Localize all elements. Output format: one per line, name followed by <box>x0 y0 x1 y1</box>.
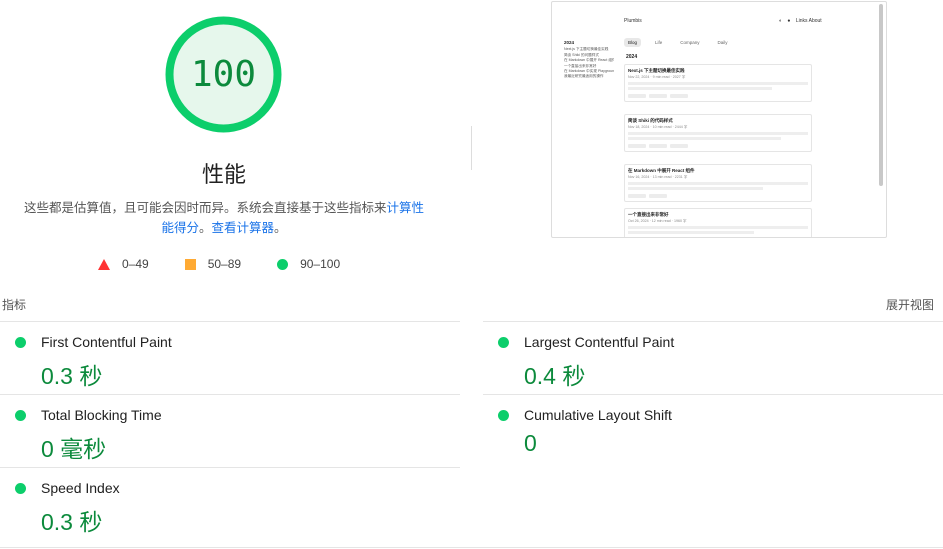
legend-average-range: 50–89 <box>207 257 242 271</box>
score-description: 这些都是估算值，且可能会因时而异。系统会直接基于这些指标来计算性能得分。查看计算… <box>18 198 430 238</box>
divider <box>0 547 943 548</box>
thumb-post-title: 在 Markdown 中展开 React 组件 <box>628 168 695 173</box>
thumb-tab-daily: Daily <box>717 40 728 45</box>
pass-circle-icon <box>15 483 26 494</box>
pass-circle-icon <box>498 337 509 348</box>
metric-value: 0 <box>524 430 537 456</box>
thumb-theme-icon: ◐ <box>779 18 783 24</box>
thumb-tabs: Blog Life Company Daily <box>624 38 742 47</box>
desc-end: 。 <box>274 221 287 235</box>
thumb-post-card: 一个直接出来非常好 Oct 26, 2024 · 12 min read · 1… <box>624 208 812 237</box>
thumb-site-title: Plumbis <box>624 18 642 24</box>
divider <box>0 467 460 468</box>
metric-value: 0 毫秒 <box>41 436 107 462</box>
pass-circle-icon <box>15 410 26 421</box>
score-value: 100 <box>190 54 257 95</box>
metric-name: Cumulative Layout Shift <box>524 407 672 423</box>
legend-pass-range: 90–100 <box>300 257 341 271</box>
thumb-post-title: 一个直接出来非常好 <box>628 212 669 217</box>
metric-name: First Contentful Paint <box>41 334 172 350</box>
thumb-sidebar-item: 我最近研究最适用的操作 <box>564 74 604 79</box>
score-legend: 0–49 50–89 90–100 <box>98 257 376 271</box>
desc-separator: 。 <box>198 221 212 235</box>
view-calculator-link[interactable]: 查看计算器 <box>212 221 275 235</box>
divider <box>0 321 460 322</box>
thumb-nav-links: Links About <box>795 18 822 24</box>
thumb-post-meta: Nov 18, 2024 · 10 min read · 2444 字 <box>628 125 688 129</box>
pass-circle-icon <box>498 410 509 421</box>
legend-pass: 90–100 <box>277 257 340 271</box>
thumb-scrollbar <box>879 4 883 186</box>
score-description-text: 这些都是估算值，且可能会因时而异。系统会直接基于这些指标来 <box>23 201 387 215</box>
square-icon <box>184 258 196 270</box>
metric-value: 0.3 秒 <box>41 509 103 535</box>
thumb-post-card: 简谈 Shiki 的代码样式 Nov 18, 2024 · 10 min rea… <box>624 114 812 152</box>
thumb-tab-life: Life <box>655 40 663 45</box>
metric-value: 0.4 秒 <box>524 363 586 389</box>
thumb-post-meta: Nov 22, 2024 · 9 min read · 2027 字 <box>628 75 686 79</box>
thumb-post-meta: Nov 16, 2024 · 13 min read · 2231 字 <box>628 175 688 179</box>
page-screenshot-thumbnail[interactable]: Plumbis ◐ ● Links About Blog Life Compan… <box>551 1 887 238</box>
thumb-post-card: Next.js 下主题切换最佳实践 Nov 22, 2024 · 9 min r… <box>624 64 812 102</box>
legend-average: 50–89 <box>184 257 242 271</box>
divider <box>0 394 460 395</box>
thumb-sidebar-year: 2024 <box>564 40 575 45</box>
performance-score-gauge: 100 <box>163 14 284 135</box>
thumb-year: 2024 <box>626 54 638 60</box>
legend-fail-range: 0–49 <box>122 257 149 271</box>
divider <box>483 321 943 322</box>
thumb-post-title: 简谈 Shiki 的代码样式 <box>628 118 673 123</box>
thumb-tab-blog: Blog <box>624 38 642 47</box>
metric-name: Largest Contentful Paint <box>524 334 675 350</box>
metric-name: Speed Index <box>41 480 120 496</box>
circle-icon <box>277 258 289 270</box>
legend-fail: 0–49 <box>98 257 149 271</box>
thumb-tab-company: Company <box>680 40 700 45</box>
thumb-post-card: 在 Markdown 中展开 React 组件 Nov 16, 2024 · 1… <box>624 164 812 202</box>
metrics-section-label: 指标 <box>2 298 27 312</box>
thumb-sidebar: 2024 Next.js 下主题切换最佳实践 简谈 Shiki 的问题样式 在 … <box>564 40 614 80</box>
thumb-github-icon: ● <box>787 18 791 24</box>
thumb-nav: ◐ ● Links About <box>779 18 822 24</box>
score-title: 性能 <box>201 162 246 187</box>
pass-circle-icon <box>15 337 26 348</box>
expand-view-toggle[interactable]: 展开视图 <box>886 296 934 313</box>
metric-name: Total Blocking Time <box>41 407 162 423</box>
divider <box>483 394 943 395</box>
triangle-icon <box>98 258 110 270</box>
vertical-divider <box>471 126 472 170</box>
metric-value: 0.3 秒 <box>41 363 103 389</box>
thumb-sidebar-item: 在 Markdown 中展开 React 组件 <box>564 58 614 63</box>
thumb-post-meta: Oct 26, 2024 · 12 min read · 1960 字 <box>628 219 687 223</box>
thumb-post-title: Next.js 下主题切换最佳实践 <box>628 68 685 73</box>
